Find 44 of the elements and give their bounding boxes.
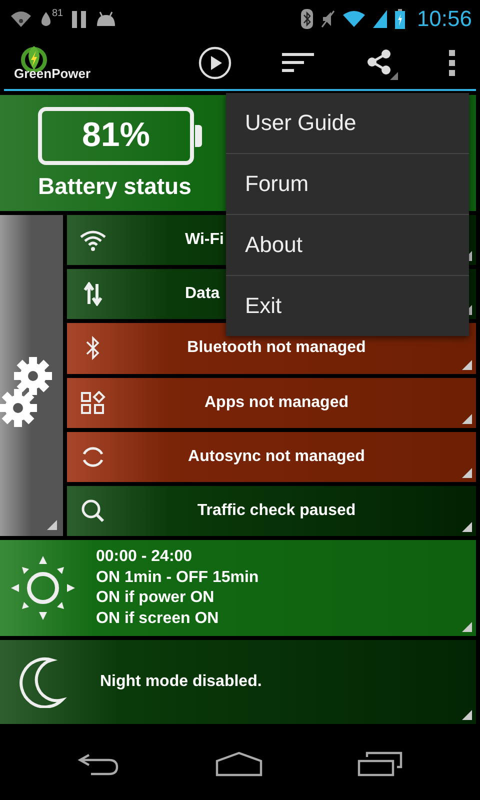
- schedule-line: ON if screen ON: [96, 608, 220, 628]
- setting-label: Apps not managed: [203, 394, 350, 412]
- setting-label: Traffic check paused: [196, 502, 357, 520]
- schedule-line: ON if power ON: [96, 588, 216, 608]
- schedule-line: 00:00 - 24:00: [96, 547, 194, 567]
- android-icon: [95, 10, 118, 26]
- settings-panel[interactable]: [0, 215, 63, 536]
- sun-icon: [10, 555, 76, 621]
- muted-icon: [320, 10, 335, 28]
- wifi-icon: [342, 10, 365, 26]
- setting-label: Wi-Fi: [185, 231, 224, 250]
- clock: 10:56: [416, 6, 472, 32]
- setting-label: Bluetooth not managed: [186, 339, 367, 358]
- play-icon[interactable]: [198, 46, 232, 80]
- menu-item[interactable]: Forum: [226, 153, 469, 214]
- apps-grid-icon: [79, 390, 107, 415]
- menu-item[interactable]: About: [226, 214, 469, 275]
- notification-count: 81: [52, 8, 64, 19]
- setting-label: Data: [185, 285, 220, 304]
- pause-icon: [71, 8, 88, 28]
- battery-charging-icon: [394, 8, 405, 28]
- sort-icon[interactable]: [282, 51, 314, 75]
- setting-label: Autosync not managed: [187, 448, 366, 466]
- setting-row[interactable]: Apps not managed: [67, 378, 476, 428]
- app-name: GreenPower: [14, 66, 91, 80]
- menu-item[interactable]: Exit: [226, 275, 469, 336]
- setting-row[interactable]: Traffic check paused: [67, 486, 476, 536]
- menu-item[interactable]: User Guide: [226, 93, 469, 153]
- search-icon: [79, 498, 107, 523]
- night-mode-panel[interactable]: Night mode disabled.: [0, 640, 476, 724]
- signal-icon: [372, 10, 387, 28]
- overflow-menu-icon[interactable]: [448, 50, 456, 76]
- drop-icon: [40, 10, 52, 28]
- recent-apps-icon[interactable]: [357, 751, 403, 777]
- battery-percent: 81%: [82, 116, 150, 155]
- bluetooth-icon: [300, 8, 313, 28]
- schedule-line: ON 1min - OFF 15min: [96, 568, 259, 588]
- setting-row[interactable]: Autosync not managed: [67, 432, 476, 482]
- battery-label: Battery status: [38, 172, 192, 200]
- home-icon[interactable]: [215, 751, 263, 777]
- wifi-icon: [79, 229, 107, 252]
- back-icon[interactable]: [77, 752, 121, 776]
- night-mode-label: Night mode disabled.: [100, 673, 262, 691]
- schedule-panel[interactable]: 00:00 - 24:00 ON 1min - OFF 15min ON if power ON ON if screen ON: [0, 540, 476, 636]
